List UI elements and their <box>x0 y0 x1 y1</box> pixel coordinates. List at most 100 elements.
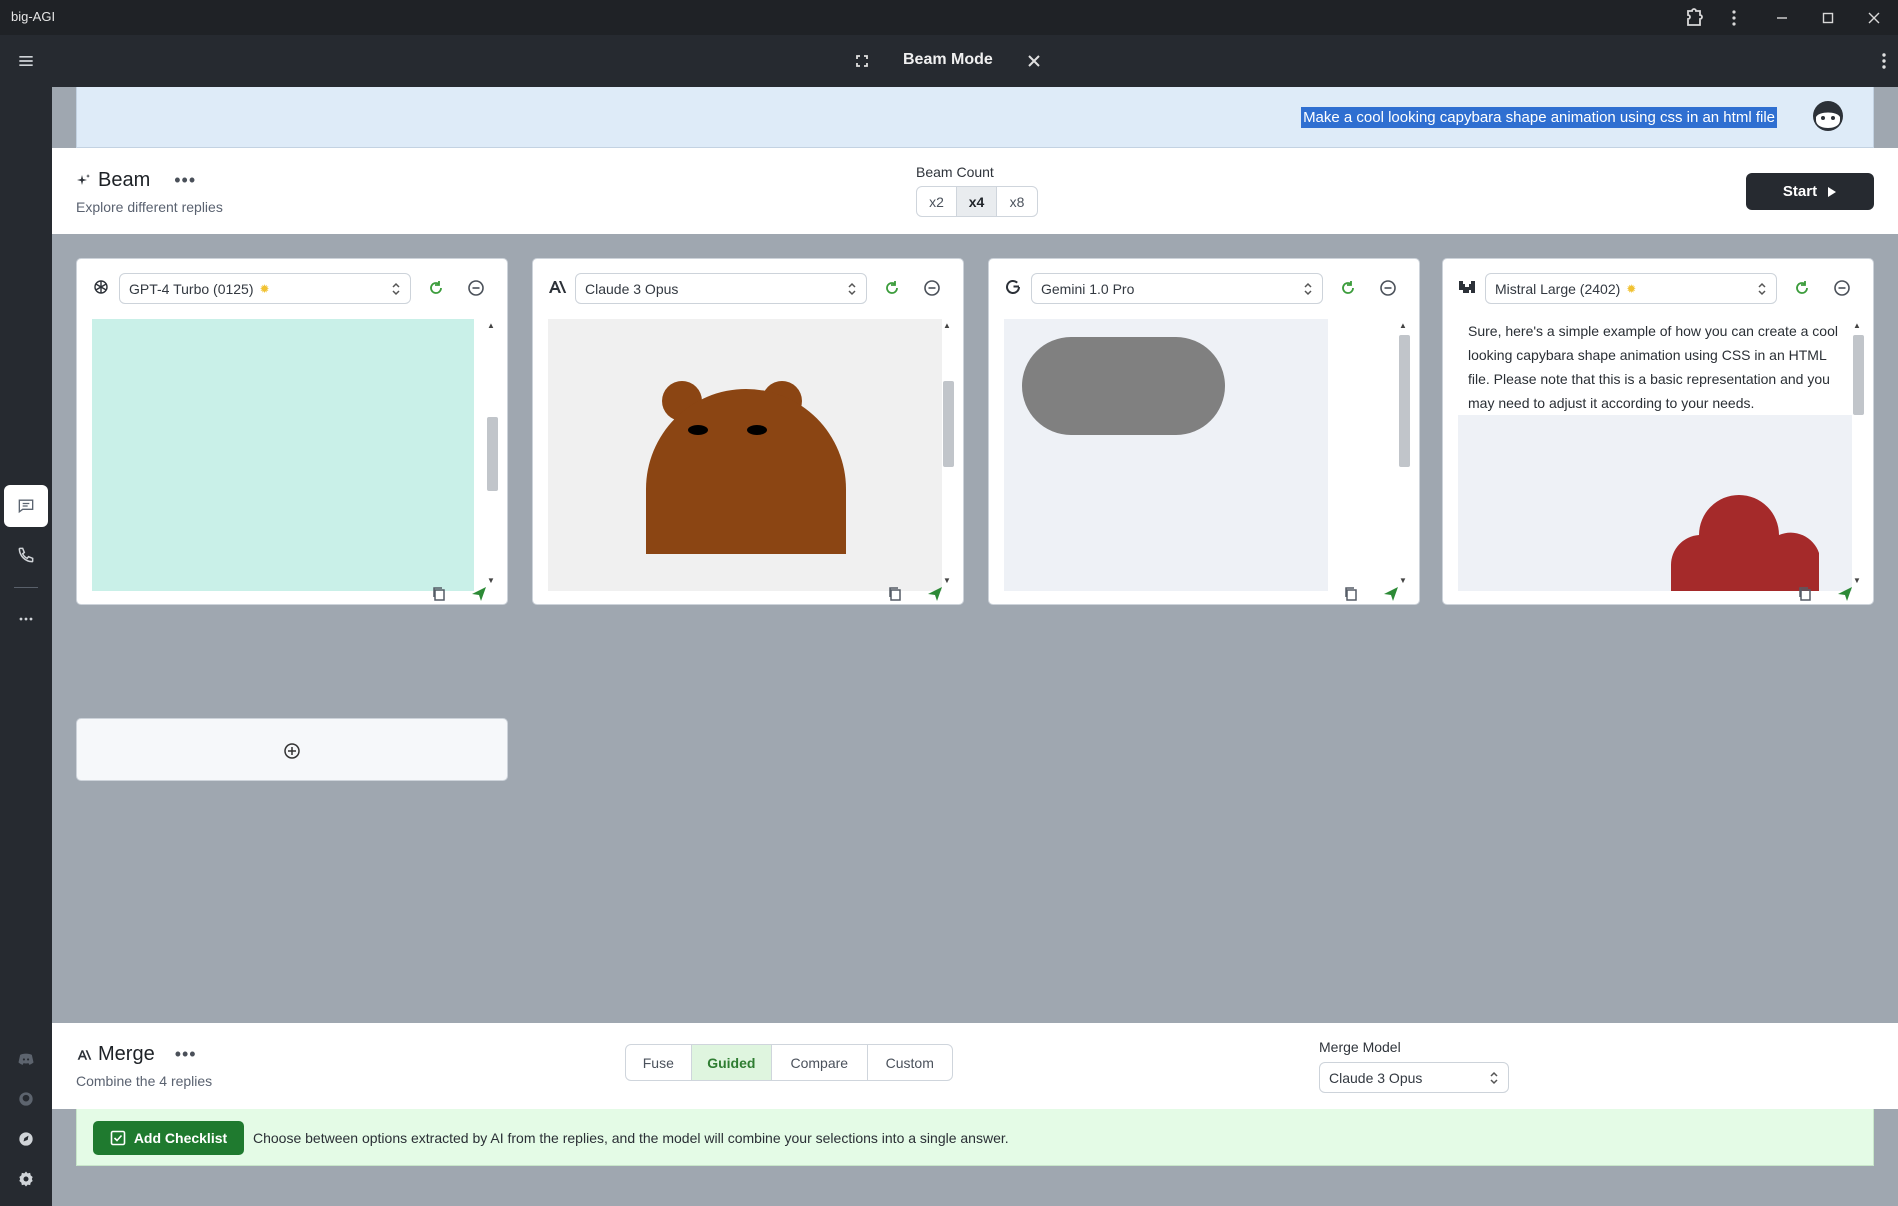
rocket-icon[interactable] <box>0 1119 52 1159</box>
star-badge-icon: ✹ <box>259 281 270 296</box>
page-title: Beam Mode <box>903 51 993 68</box>
select-chevron-icon <box>1490 1071 1498 1085</box>
fullscreen-icon[interactable] <box>850 49 874 73</box>
close-beam-icon[interactable] <box>1022 49 1046 73</box>
html-preview-panel <box>1004 319 1328 591</box>
ray-model-name: Claude 3 Opus <box>585 280 679 297</box>
ray-scrollbar[interactable]: ▲ ▼ <box>1851 321 1865 585</box>
merge-model-label: Merge Model <box>1319 1039 1401 1055</box>
gray-capsule-shape <box>1022 337 1225 435</box>
copy-icon[interactable] <box>886 585 904 603</box>
ray-preview <box>1004 319 1412 591</box>
guided-merge-description: Choose between options extracted by AI f… <box>253 1130 1009 1146</box>
beam-count-x4[interactable]: x4 <box>957 187 997 216</box>
beam-workspace: Make a cool looking capybara shape anima… <box>52 87 1898 1206</box>
chat-icon[interactable] <box>4 485 48 527</box>
merge-title: Merge <box>98 1043 155 1065</box>
add-circle-icon <box>284 743 300 759</box>
html-preview-panel <box>548 319 942 591</box>
capybara-shape <box>646 381 846 554</box>
discord-icon[interactable] <box>0 1039 52 1079</box>
merge-subtitle: Combine the 4 replies <box>76 1073 213 1089</box>
maximize-icon[interactable] <box>1816 6 1840 30</box>
browser-menu-icon[interactable] <box>1722 6 1746 30</box>
select-chevron-icon <box>848 282 856 296</box>
ray-response: Sure, here's a simple example of how you… <box>1458 319 1866 591</box>
ray-model-name: Mistral Large (2402) <box>1495 280 1621 297</box>
minimize-icon[interactable] <box>1770 6 1794 30</box>
google-icon <box>1003 277 1023 297</box>
remove-ray-icon[interactable] <box>1832 278 1852 298</box>
beam-ray-card: Claude 3 Opus ▲ ▼ <box>532 258 964 605</box>
regenerate-icon[interactable] <box>1338 278 1358 298</box>
merge-options-icon[interactable]: ••• <box>175 1044 197 1065</box>
beam-ray-card: Mistral Large (2402) ✹ Sure, here's a si… <box>1442 258 1874 605</box>
play-icon <box>1828 186 1837 197</box>
beam-options-icon[interactable]: ••• <box>174 170 196 191</box>
user-message-text[interactable]: Make a cool looking capybara shape anima… <box>1301 107 1777 128</box>
beam-count-label: Beam Count <box>916 164 994 180</box>
beam-count-selector: x2 x4 x8 <box>916 186 1038 217</box>
send-icon[interactable] <box>1382 585 1400 603</box>
merge-method-compare[interactable]: Compare <box>772 1045 868 1080</box>
ray-model-select[interactable]: Gemini 1.0 Pro <box>1031 273 1323 304</box>
copy-icon[interactable] <box>1796 585 1814 603</box>
beam-count-x2[interactable]: x2 <box>917 187 957 216</box>
merge-model-select[interactable]: Claude 3 Opus <box>1319 1062 1509 1093</box>
select-chevron-icon <box>1304 282 1312 296</box>
user-avatar-icon <box>1813 101 1843 131</box>
more-apps-icon[interactable] <box>0 599 52 639</box>
merge-method-guided[interactable]: Guided <box>691 1045 773 1080</box>
ray-scrollbar[interactable]: ▲ ▼ <box>941 321 955 585</box>
ray-preview <box>92 319 500 591</box>
send-icon[interactable] <box>470 585 488 603</box>
select-chevron-icon <box>392 282 400 296</box>
ray-model-select[interactable]: Claude 3 Opus <box>575 273 867 304</box>
merge-method-selector: Fuse Guided Compare Custom <box>625 1044 953 1081</box>
hamburger-menu-icon[interactable] <box>0 41 52 81</box>
remove-ray-icon[interactable] <box>1378 278 1398 298</box>
phone-call-icon[interactable] <box>0 535 52 575</box>
app-menu-icon[interactable] <box>1872 49 1896 73</box>
github-icon[interactable] <box>0 1079 52 1119</box>
app-title: big-AGI <box>11 9 56 24</box>
ray-model-select[interactable]: Mistral Large (2402) ✹ <box>1485 273 1777 304</box>
regenerate-icon[interactable] <box>1792 278 1812 298</box>
beam-title: Beam <box>98 169 151 191</box>
ray-model-select[interactable]: GPT-4 Turbo (0125) ✹ <box>119 273 411 304</box>
add-ray-button[interactable] <box>76 718 508 781</box>
start-button[interactable]: Start <box>1746 173 1874 210</box>
remove-ray-icon[interactable] <box>466 278 486 298</box>
regenerate-icon[interactable] <box>882 278 902 298</box>
copy-icon[interactable] <box>430 585 448 603</box>
regenerate-icon[interactable] <box>426 278 446 298</box>
guided-merge-panel: Add Checklist Choose between options ext… <box>76 1109 1874 1166</box>
settings-gear-icon[interactable] <box>0 1159 52 1199</box>
ray-response-text: Sure, here's a simple example of how you… <box>1468 323 1838 411</box>
remove-ray-icon[interactable] <box>922 278 942 298</box>
red-cloud-shape <box>1670 495 1819 591</box>
user-message: Make a cool looking capybara shape anima… <box>76 87 1874 148</box>
merge-header: Merge ••• Combine the 4 replies Fuse Gui… <box>52 1023 1898 1109</box>
openai-icon <box>91 277 111 297</box>
merge-method-custom[interactable]: Custom <box>868 1045 952 1080</box>
close-window-icon[interactable] <box>1862 6 1886 30</box>
send-icon[interactable] <box>1836 585 1854 603</box>
send-icon[interactable] <box>926 585 944 603</box>
copy-icon[interactable] <box>1342 585 1360 603</box>
ray-model-name: GPT-4 Turbo (0125) <box>129 280 254 297</box>
merge-method-fuse[interactable]: Fuse <box>626 1045 692 1080</box>
ray-scrollbar[interactable]: ▲ ▼ <box>485 321 499 585</box>
ray-model-name: Gemini 1.0 Pro <box>1041 280 1135 297</box>
beam-header: Beam ••• Explore different replies Beam … <box>52 148 1898 234</box>
html-preview-panel <box>92 319 474 591</box>
ray-scrollbar[interactable]: ▲ ▼ <box>1397 321 1411 585</box>
start-button-label: Start <box>1782 183 1818 200</box>
add-checklist-button[interactable]: Add Checklist <box>93 1121 244 1155</box>
left-sidebar <box>0 35 52 1206</box>
merge-model-name: Claude 3 Opus <box>1329 1069 1423 1086</box>
window-titlebar: big-AGI <box>0 0 1898 35</box>
extensions-icon[interactable] <box>1682 6 1706 30</box>
add-checklist-label: Add Checklist <box>133 1130 228 1146</box>
beam-count-x8[interactable]: x8 <box>997 187 1037 216</box>
